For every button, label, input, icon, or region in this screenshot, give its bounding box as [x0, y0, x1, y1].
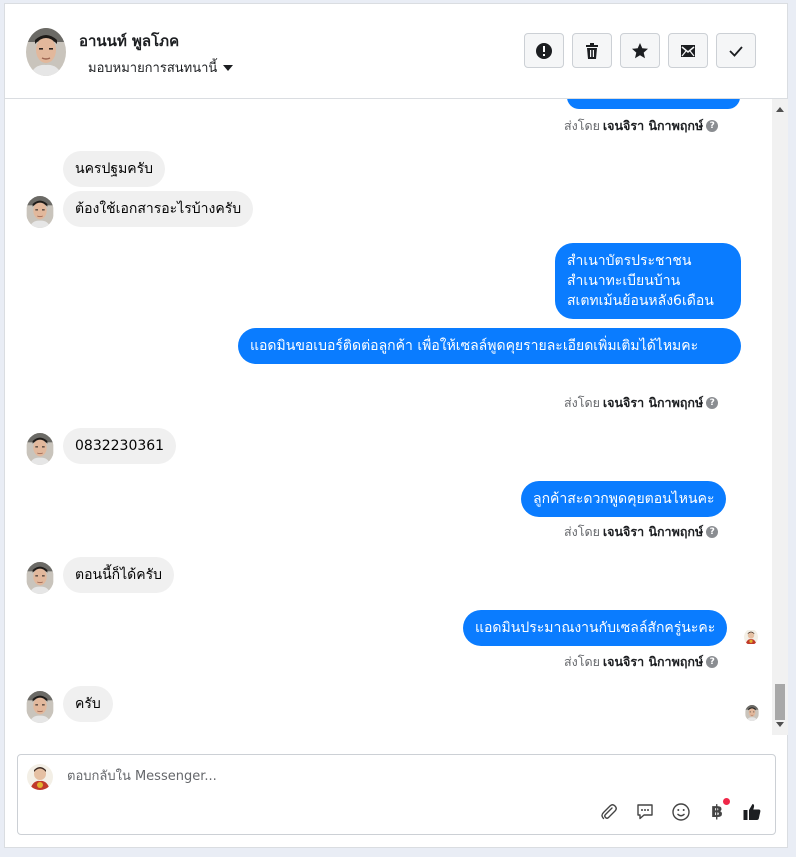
thumbs-up-icon [743, 804, 761, 820]
conversation-header: อานนท์ พูลโภค มอบหมายการสนทนานี้ [5, 4, 787, 99]
scroll-thumb[interactable] [775, 684, 785, 720]
sent-by-label: ส่งโดย เจนจิรา นิกาพฤกษ์ ? [564, 116, 719, 136]
conversation-panel: อานนท์ พูลโภค มอบหมายการสนทนานี้ ส่งโดย … [4, 3, 788, 848]
star-button[interactable] [620, 33, 660, 68]
paperclip-icon [601, 804, 617, 820]
contact-avatar-small [26, 691, 54, 723]
scroll-up-arrow-icon[interactable] [776, 107, 784, 112]
contact-avatar-small [26, 196, 54, 228]
sent-by-prefix: ส่งโดย [564, 118, 600, 133]
attach-button[interactable] [598, 801, 620, 823]
smiley-icon [672, 803, 690, 821]
scroll-down-arrow-icon[interactable] [776, 722, 784, 727]
agent-read-receipt-avatar [744, 629, 758, 645]
assign-label: มอบหมายการสนทนานี้ [88, 61, 218, 76]
delete-button[interactable] [572, 33, 612, 68]
help-icon[interactable]: ? [706, 120, 719, 132]
sent-by-label: ส่งโดย เจนจิรา นิกาพฤกษ์ ? [564, 652, 719, 672]
message-bubble-outgoing[interactable]: แอดมินประมาณงานกับเซลล์สักครู่นะคะ [463, 610, 728, 646]
agent-name: เจนจิรา นิกาพฤกษ์ [602, 524, 704, 539]
agent-name: เจนจิรา นิกาพฤกษ์ [602, 395, 704, 410]
message-bubble-incoming[interactable]: ครับ [63, 686, 113, 722]
message-bubble-incoming[interactable]: นครปฐมครับ [63, 151, 166, 187]
like-button[interactable] [741, 801, 763, 823]
contact-avatar-small [26, 562, 54, 594]
message-bubble-incoming[interactable]: ตอนนี้ก็ได้ครับ [63, 557, 175, 593]
sent-by-label: ส่งโดย เจนจิรา นิกาพฤกษ์ ? [564, 522, 719, 542]
chat-bubble-icon [637, 804, 653, 820]
emoji-button[interactable] [670, 801, 692, 823]
agent-avatar [27, 764, 53, 790]
help-icon[interactable]: ? [706, 397, 719, 409]
sent-by-label: ส่งโดย เจนจิรา นิกาพฤกษ์ ? [564, 393, 719, 413]
message-bubble-outgoing[interactable]: สำเนาบัตรประชาชน สำเนาทะเบียนบ้าน สเตทเม… [555, 243, 741, 319]
star-icon [632, 42, 648, 58]
message-thread[interactable]: ส่งโดย เจนจิรา นิกาพฤกษ์ ? นครปฐมครับ ต้… [5, 99, 771, 735]
message-bubble-outgoing[interactable]: แอดมินขอเบอร์ติดต่อลูกค้า เพื่อให้เซลล์พ… [238, 328, 741, 364]
message-bubble-incoming[interactable]: ต้องใช้เอกสารอะไรบ้างครับ [63, 191, 254, 227]
mark-done-button[interactable] [716, 33, 756, 68]
contact-name[interactable]: อานนท์ พูลโภค [79, 29, 179, 53]
assign-conversation-dropdown[interactable]: มอบหมายการสนทนานี้ [88, 57, 234, 78]
saved-replies-button[interactable] [634, 801, 656, 823]
message-bubble-incoming[interactable]: 0832230361 [63, 428, 177, 464]
message-bubble-outgoing[interactable]: ลูกค้าสะดวกพูดคุยตอนไหนคะ [521, 481, 727, 517]
trash-icon [586, 42, 598, 59]
sent-by-prefix: ส่งโดย [564, 654, 600, 669]
contact-read-receipt-avatar [745, 705, 759, 721]
thread-scrollbar[interactable] [772, 99, 788, 735]
contact-avatar[interactable] [26, 28, 66, 76]
contact-avatar-small [26, 433, 54, 465]
mark-spam-button[interactable] [524, 33, 564, 68]
alert-circle-icon [536, 42, 552, 59]
check-icon [729, 45, 743, 57]
mark-unread-button[interactable] [668, 33, 708, 68]
agent-name: เจนจิรา นิกาพฤกษ์ [602, 654, 704, 669]
payment-button[interactable]: ฿ [706, 798, 730, 823]
notification-dot [723, 798, 730, 805]
help-icon[interactable]: ? [706, 656, 719, 668]
baht-icon: ฿ [711, 802, 723, 822]
mail-icon [681, 44, 695, 57]
agent-name: เจนจิรา นิกาพฤกษ์ [602, 118, 704, 133]
reply-input[interactable] [65, 768, 669, 785]
sent-by-prefix: ส่งโดย [564, 395, 600, 410]
caret-down-icon [223, 64, 234, 71]
sent-by-prefix: ส่งโดย [564, 524, 600, 539]
help-icon[interactable]: ? [706, 526, 719, 538]
message-bubble-outgoing-clipped[interactable] [567, 99, 740, 109]
reply-composer: ฿ [17, 754, 776, 835]
